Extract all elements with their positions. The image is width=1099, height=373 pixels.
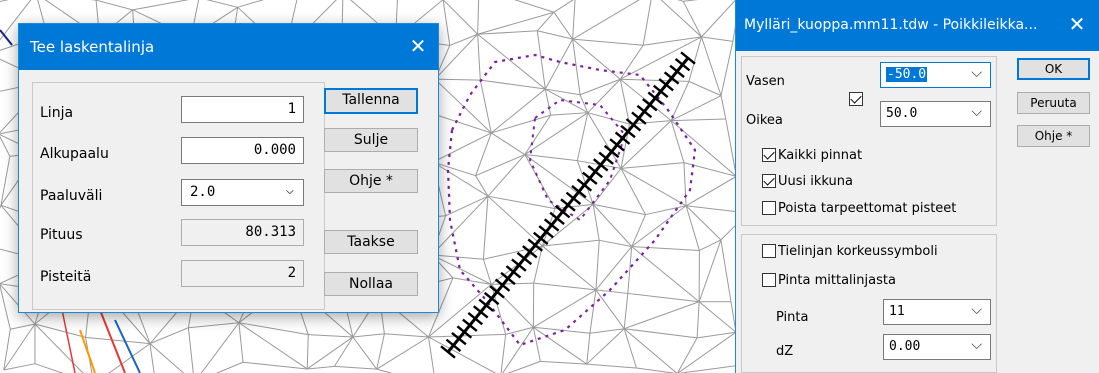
poista-checkbox[interactable] bbox=[762, 201, 776, 215]
chevron-down-icon: ⌵ bbox=[971, 104, 982, 120]
dialog-tee-laskentalinja: Tee laskentalinja ✕ Linja 1 Alkupaalu 0.… bbox=[18, 23, 439, 313]
chevron-down-icon: ⌵ bbox=[971, 337, 982, 353]
alkupaalu-input[interactable]: 0.000 bbox=[181, 137, 304, 164]
pituus-readonly: 80.313 bbox=[181, 219, 304, 246]
ok-button[interactable]: OK bbox=[1017, 58, 1090, 80]
close-icon[interactable]: ✕ bbox=[1055, 0, 1099, 51]
label-alkupaalu: Alkupaalu bbox=[40, 146, 109, 162]
nollaa-button[interactable]: Nollaa bbox=[324, 272, 418, 296]
dialog-poikkileikkaus: Mylläri_kuoppa.mm11.tdw - Poikkileikka..… bbox=[735, 0, 1099, 373]
chevron-down-icon: ⌵ bbox=[285, 182, 294, 198]
ohje-button[interactable]: Ohje * bbox=[324, 169, 418, 193]
label-dz: dZ bbox=[776, 344, 794, 359]
link-checkbox[interactable] bbox=[849, 92, 863, 106]
taakse-button[interactable]: Taakse bbox=[324, 230, 418, 254]
tallenna-button[interactable]: Tallenna bbox=[324, 88, 418, 114]
vasen-select[interactable]: -50.0 ⌵ bbox=[880, 62, 991, 88]
cross-section-line[interactable] bbox=[440, 51, 696, 359]
tielinjan-label[interactable]: Tielinjan korkeussymboli bbox=[778, 244, 938, 259]
paaluvali-select[interactable]: 2.0 ⌵ bbox=[181, 179, 304, 206]
pinta-mittalinjasta-label[interactable]: Pinta mittalinjasta bbox=[778, 273, 896, 288]
label-linja: Linja bbox=[40, 105, 74, 121]
dialog-title: Tee laskentalinja bbox=[30, 38, 155, 56]
peruuta-button[interactable]: Peruuta bbox=[1017, 92, 1090, 114]
label-pisteita: Pisteitä bbox=[40, 269, 92, 285]
pisteita-readonly: 2 bbox=[181, 260, 304, 287]
label-oikea: Oikea bbox=[746, 113, 783, 128]
uusi-ikkuna-checkbox[interactable] bbox=[762, 174, 776, 188]
label-vasen: Vasen bbox=[746, 74, 785, 89]
uusi-ikkuna-label[interactable]: Uusi ikkuna bbox=[778, 174, 853, 189]
chevron-down-icon: ⌵ bbox=[971, 302, 982, 318]
fields-group: Linja 1 Alkupaalu 0.000 Paaluväli 2.0 ⌵ … bbox=[32, 82, 325, 310]
chevron-down-icon: ⌵ bbox=[971, 65, 982, 81]
oikea-value: 50.0 bbox=[886, 106, 918, 121]
ohje-button[interactable]: Ohje * bbox=[1017, 125, 1090, 147]
paaluvali-value: 2.0 bbox=[190, 184, 216, 200]
titlebar[interactable]: Tee laskentalinja ✕ bbox=[19, 24, 438, 70]
linja-input[interactable]: 1 bbox=[181, 96, 304, 123]
pinta-select[interactable]: 11 ⌵ bbox=[883, 299, 991, 325]
label-pituus: Pituus bbox=[40, 227, 83, 243]
titlebar[interactable]: Mylläri_kuoppa.mm11.tdw - Poikkileikka..… bbox=[736, 0, 1099, 51]
poista-label[interactable]: Poista tarpeettomat pisteet bbox=[778, 201, 956, 216]
oikea-select[interactable]: 50.0 ⌵ bbox=[880, 101, 991, 127]
sulje-button[interactable]: Sulje bbox=[324, 128, 418, 152]
vasen-value: -50.0 bbox=[886, 67, 928, 82]
label-paaluvali: Paaluväli bbox=[40, 188, 103, 204]
pinta-value: 11 bbox=[889, 304, 905, 319]
tielinjan-checkbox[interactable] bbox=[762, 244, 776, 258]
close-icon[interactable]: ✕ bbox=[398, 24, 438, 70]
dialog-title: Mylläri_kuoppa.mm11.tdw - Poikkileikka..… bbox=[744, 17, 1038, 33]
dz-select[interactable]: 0.00 ⌵ bbox=[883, 334, 991, 360]
kaikki-pinnat-checkbox[interactable] bbox=[762, 148, 776, 162]
label-pinta: Pinta bbox=[776, 310, 809, 325]
kaikki-pinnat-label[interactable]: Kaikki pinnat bbox=[778, 148, 862, 163]
dz-value: 0.00 bbox=[889, 339, 921, 354]
pinta-mittalinjasta-checkbox[interactable] bbox=[762, 273, 776, 287]
